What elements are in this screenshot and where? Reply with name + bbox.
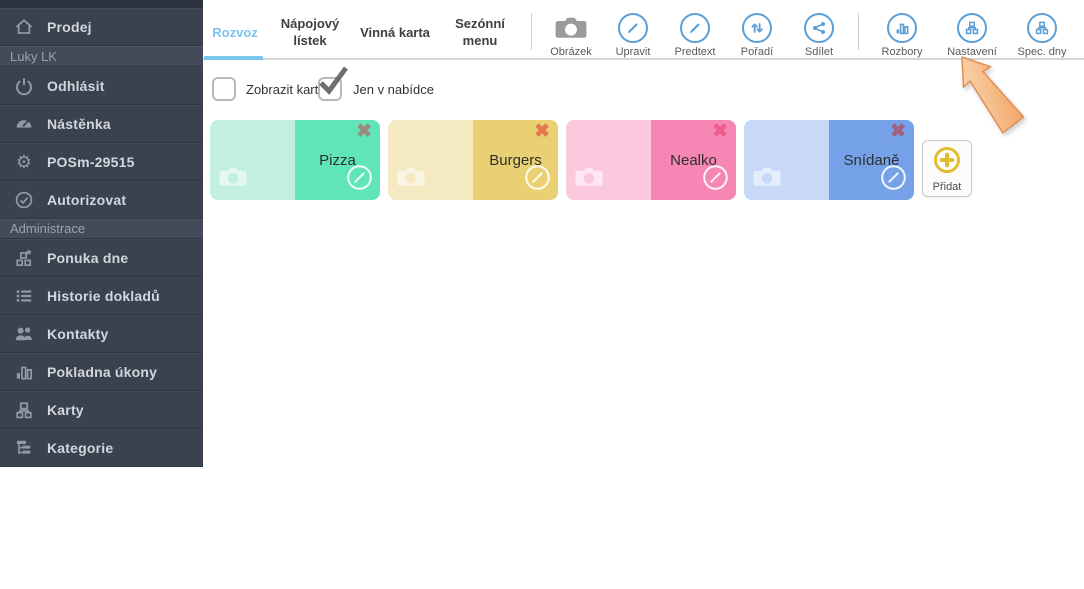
- zobrazit-karty-checkbox[interactable]: [212, 77, 236, 101]
- card-close-icon[interactable]: ✖: [534, 121, 550, 144]
- toolbar-button-label: Predtext: [675, 46, 716, 58]
- sidebar-item-label: Nástěnka: [47, 116, 111, 132]
- sidebar-item-label: Kategorie: [47, 440, 113, 456]
- card-camera-icon[interactable]: [574, 165, 604, 194]
- blocks-circle-icon: [1027, 13, 1057, 43]
- sidebar-item-kategorie[interactable]: Kategorie: [0, 429, 203, 467]
- sort-circle-icon: [742, 13, 772, 43]
- upravit-button[interactable]: Upravit: [602, 8, 664, 58]
- dashboard-icon: [13, 114, 35, 134]
- checkbox-label: Zobrazit karty: [246, 82, 325, 97]
- sidebar-item-nastenka[interactable]: Nástěnka: [0, 105, 203, 143]
- add-button-label: Přidat: [933, 181, 962, 193]
- sidebar-item-historie-dokladu[interactable]: Historie dokladů: [0, 277, 203, 315]
- category-card-pizza[interactable]: Pizza ✖: [210, 120, 380, 200]
- tab-label: Rozvoz: [212, 25, 258, 42]
- check-circle-icon: [13, 190, 35, 210]
- card-edit-icon[interactable]: [346, 164, 373, 196]
- add-category-button[interactable]: Přidat: [922, 140, 972, 197]
- toolbar: Rozvoz Nápojový lístek Vinná karta Sezón…: [203, 8, 1084, 60]
- sidebar-user-label: Luky LK: [0, 46, 203, 67]
- category-card-burgers[interactable]: Burgers ✖: [388, 120, 558, 200]
- toolbar-button-label: Nastavení: [947, 46, 997, 58]
- toolbar-button-label: Sdílet: [805, 46, 833, 58]
- toolbar-button-label: Pořadí: [741, 46, 773, 58]
- card-close-icon[interactable]: ✖: [712, 121, 728, 144]
- camera-icon: [554, 13, 588, 43]
- sidebar-item-label: Karty: [47, 402, 84, 418]
- pencil-circle-icon: [680, 13, 710, 43]
- sidebar-item-label: Prodej: [47, 19, 92, 35]
- sidebar-item-odhlasit[interactable]: Odhlásit: [0, 67, 203, 105]
- tab-napojovy-listek[interactable]: Nápojový lístek: [267, 8, 353, 58]
- checkbox-label: Jen v nabídce: [353, 82, 434, 97]
- card-edit-icon[interactable]: [702, 164, 729, 196]
- card-camera-icon[interactable]: [752, 165, 782, 194]
- plus-circle-icon: [932, 145, 962, 180]
- blocks-icon: [13, 400, 35, 420]
- pencil-circle-icon: [618, 13, 648, 43]
- sidebar-item-label: Pokladna úkony: [47, 364, 157, 380]
- sidebar-top-strip: [0, 0, 203, 8]
- blocks-circle-icon: [957, 13, 987, 43]
- card-edit-icon[interactable]: [880, 164, 907, 196]
- sidebar-item-prodej[interactable]: Prodej: [0, 8, 203, 46]
- sidebar: Prodej Luky LK Odhlásit Nástěnka ⚙ POSm-…: [0, 0, 203, 467]
- sidebar-item-label: Ponuka dne: [47, 250, 128, 266]
- home-icon: [13, 17, 35, 37]
- toolbar-divider: [858, 13, 859, 50]
- sidebar-item-posm[interactable]: ⚙ POSm-29515: [0, 143, 203, 181]
- sidebar-item-label: Autorizovat: [47, 192, 126, 208]
- category-card-snidane[interactable]: Snídaně ✖: [744, 120, 914, 200]
- sidebar-item-ponuka-dne[interactable]: Ponuka dne: [0, 239, 203, 277]
- sidebar-item-pokladna-ukony[interactable]: Pokladna úkony: [0, 353, 203, 391]
- card-edit-icon[interactable]: [524, 164, 551, 196]
- spec-dny-button[interactable]: Spec. dny: [1007, 8, 1077, 58]
- pos-admin-window: Prodej Luky LK Odhlásit Nástěnka ⚙ POSm-…: [0, 0, 1084, 589]
- blocks-star-icon: [13, 248, 35, 268]
- card-camera-icon[interactable]: [218, 165, 248, 194]
- toolbar-button-label: Obrázek: [550, 46, 592, 58]
- tab-sezonni-menu[interactable]: Sezónní menu: [437, 8, 523, 58]
- tab-rozvoz[interactable]: Rozvoz: [203, 8, 267, 58]
- main-content: Zobrazit karty Jen v nabídce Pizza ✖ Bur…: [203, 60, 1084, 589]
- jen-v-nabidce-checkbox[interactable]: [318, 77, 342, 101]
- chart-circle-icon: [887, 13, 917, 43]
- tab-label: Sezónní menu: [437, 16, 523, 50]
- obrazek-button[interactable]: Obrázek: [540, 8, 602, 58]
- power-icon: [13, 76, 35, 96]
- rozbory-button[interactable]: Rozbory: [867, 8, 937, 58]
- tab-label: Nápojový lístek: [267, 16, 353, 50]
- toolbar-button-label: Rozbory: [882, 46, 923, 58]
- category-card-nealko[interactable]: Nealko ✖: [566, 120, 736, 200]
- bar-chart-icon: [13, 362, 35, 382]
- toolbar-button-label: Upravit: [616, 46, 651, 58]
- sidebar-section-administrace: Administrace: [0, 219, 203, 239]
- sidebar-item-label: Odhlásit: [47, 78, 105, 94]
- tab-vinna-karta[interactable]: Vinná karta: [353, 8, 437, 58]
- predtext-button[interactable]: Predtext: [664, 8, 726, 58]
- sidebar-item-label: Historie dokladů: [47, 288, 160, 304]
- sidebar-item-autorizovat[interactable]: Autorizovat: [0, 181, 203, 219]
- poradi-button[interactable]: Pořadí: [726, 8, 788, 58]
- toolbar-button-label: Spec. dny: [1018, 46, 1067, 58]
- tab-label: Vinná karta: [360, 25, 430, 42]
- sidebar-item-karty[interactable]: Karty: [0, 391, 203, 429]
- card-camera-icon[interactable]: [396, 165, 426, 194]
- sidebar-item-kontakty[interactable]: Kontakty: [0, 315, 203, 353]
- share-circle-icon: [804, 13, 834, 43]
- people-icon: [13, 324, 35, 344]
- sdilet-button[interactable]: Sdílet: [788, 8, 850, 58]
- sidebar-item-label: POSm-29515: [47, 154, 135, 170]
- card-close-icon[interactable]: ✖: [356, 121, 372, 144]
- card-close-icon[interactable]: ✖: [890, 121, 906, 144]
- sidebar-item-label: Kontakty: [47, 326, 109, 342]
- gear-icon: ⚙: [13, 152, 35, 172]
- list-icon: [13, 286, 35, 306]
- tree-icon: [13, 438, 35, 458]
- toolbar-divider: [531, 13, 532, 50]
- nastaveni-button[interactable]: Nastavení: [937, 8, 1007, 58]
